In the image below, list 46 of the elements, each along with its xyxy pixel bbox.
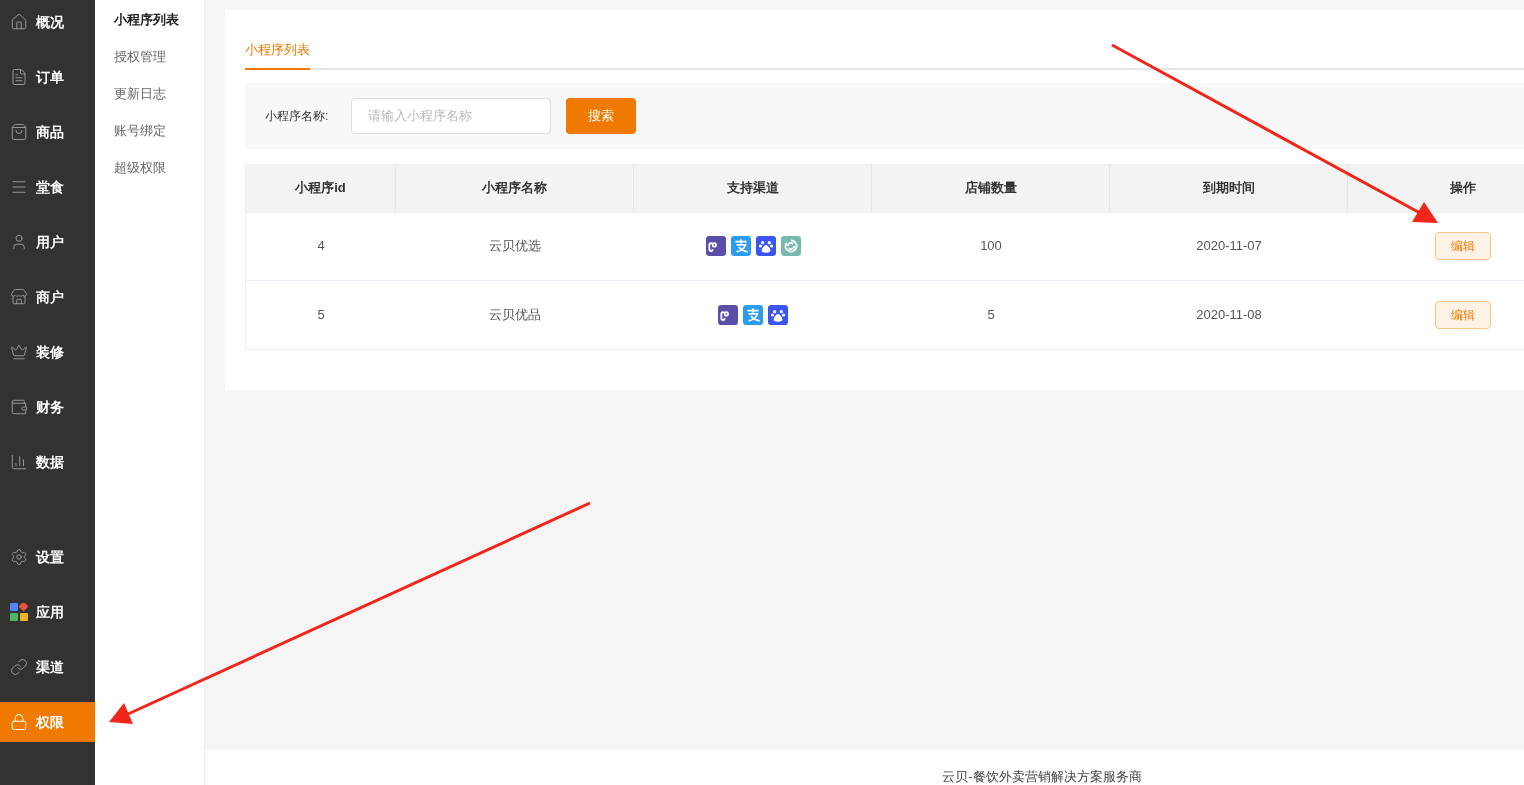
column-header: 店铺数量 — [872, 164, 1110, 212]
table-cell-text: 5 — [316, 305, 326, 324]
submenu-item[interactable]: 超级权限 — [114, 158, 204, 178]
table-cell-text: 云贝优选 — [488, 237, 542, 256]
search-field[interactable]: 请输入小程序名称 — [351, 97, 551, 134]
lock-icon — [10, 713, 28, 731]
sidebar-item[interactable]: 用户 — [0, 222, 95, 262]
sidebar-item[interactable]: 订单 — [0, 57, 95, 97]
submenu-item[interactable]: 小程序列表 — [114, 10, 204, 30]
table-cell-text: 100 — [979, 237, 1003, 256]
apps-grid-icon — [10, 603, 28, 621]
sidebar-item[interactable]: 渠道 — [0, 647, 95, 687]
wallet-icon — [10, 398, 28, 416]
column-header: 小程序名称 — [396, 164, 634, 212]
crown-icon — [10, 343, 28, 361]
column-header: 小程序id — [246, 164, 396, 212]
document-icon — [10, 68, 28, 86]
menu-icon — [10, 178, 28, 196]
column-header: 支持渠道 — [634, 164, 872, 212]
table-cell-text: 2020-11-08 — [1195, 305, 1263, 324]
table-cell-text: 2020-11-07 — [1195, 237, 1263, 256]
column-header: 到期时间 — [1110, 164, 1348, 212]
sidebar-item[interactable]: 设置 — [0, 537, 95, 577]
bar-chart-icon — [10, 453, 28, 471]
submenu-item[interactable]: 更新日志 — [114, 84, 204, 104]
footer-text: 云贝-餐饮外卖营销解决方案服务商 — [942, 769, 1142, 785]
table-cell-text: 5 — [986, 305, 996, 324]
link-icon — [10, 658, 28, 676]
sidebar-item[interactable]: 装修 — [0, 332, 95, 372]
sidebar-item[interactable]: 商品 — [0, 112, 95, 152]
sidebar-item[interactable]: 财务 — [0, 387, 95, 427]
submenu-item[interactable]: 授权管理 — [114, 47, 204, 67]
submenu-item[interactable]: 账号绑定 — [114, 121, 204, 141]
sidebar-item[interactable]: 商户 — [0, 277, 95, 317]
sidebar-item[interactable]: 应用 — [0, 592, 95, 632]
bag-icon — [10, 123, 28, 141]
sidebar-item[interactable]: 堂食 — [0, 167, 95, 207]
table-cell-text: 云贝优品 — [488, 305, 542, 324]
search-label: 小程序名称: — [265, 107, 330, 125]
sidebar-item[interactable]: 概况 — [0, 2, 95, 42]
settings-icon — [10, 548, 28, 566]
store-icon — [10, 288, 28, 306]
table-cell-text: 4 — [316, 237, 326, 256]
user-icon — [10, 233, 28, 251]
sidebar-item[interactable]: 数据 — [0, 442, 95, 482]
home-icon — [10, 13, 28, 31]
